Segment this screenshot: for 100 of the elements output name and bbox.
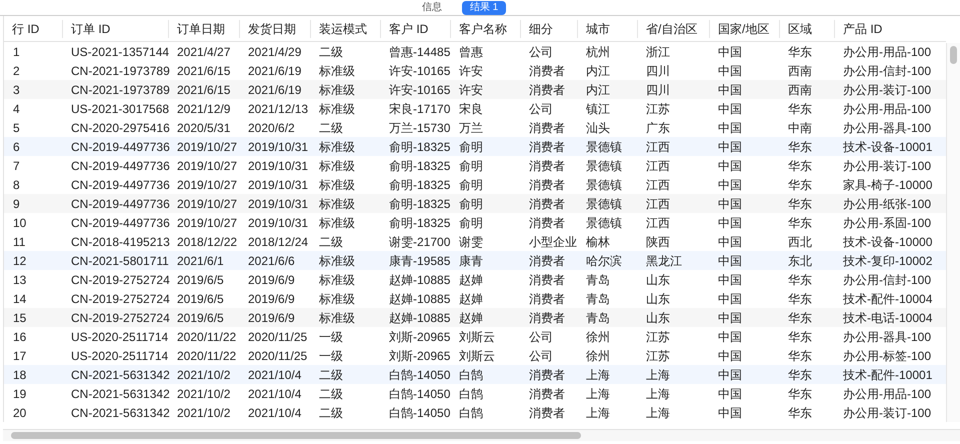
table-cell: 15 — [13, 310, 26, 324]
table-cell: 景德镇 — [586, 216, 622, 230]
table-cell: 四川 — [646, 64, 670, 78]
table-cell: 上海 — [646, 406, 670, 420]
table-cell: CN-2021-5631342 — [71, 368, 170, 382]
column-header[interactable]: 行 ID — [12, 22, 40, 36]
table-cell: 2021/4/27 — [177, 44, 230, 58]
table-cell: 华东 — [788, 348, 812, 362]
table-cell: 18 — [13, 368, 26, 382]
table-cell: 2021/6/19 — [248, 64, 302, 78]
column-header[interactable]: 发货日期 — [248, 22, 296, 36]
table-cell: 9 — [13, 196, 20, 210]
table-cell: 2 — [13, 64, 20, 78]
table-cell: 办公用-装订-100 — [843, 406, 932, 420]
table-cell: 二级 — [319, 234, 343, 248]
column-header[interactable]: 订单日期 — [177, 22, 225, 36]
table-cell: CN-2019-4497736 — [71, 140, 170, 154]
table-cell: 2019/10/31 — [248, 140, 308, 154]
table-row[interactable]: 15 CN-2019-2752724 2019/6/5 2019/6/9 标准级 赵婵-10885 赵婵 消费者 青岛 山东 中国 华东 技术-电话-10004 — [4, 308, 946, 327]
column-header[interactable]: 城市 — [586, 22, 610, 36]
table-cell: 6 — [13, 140, 20, 154]
table-cell: 办公用-器具-100 — [843, 120, 932, 134]
table-cell: 中国 — [718, 292, 742, 306]
column-header[interactable]: 订单 ID — [71, 22, 110, 36]
table-cell: 办公用-标签-100 — [843, 348, 932, 362]
table-cell: 家具-椅子-10000 — [843, 178, 932, 192]
table-cell: 俞明-18325 — [389, 216, 450, 230]
table-cell: 4 — [13, 102, 20, 116]
table-cell: 3 — [13, 82, 20, 96]
table-row[interactable]: 9 CN-2019-4497736 2019/10/27 2019/10/31 标准级 俞明-18325 俞明 消费者 景德镇 江西 中国 华东 办公用-纸张-100 — [4, 194, 946, 213]
table-cell: 标准级 — [319, 254, 355, 268]
table-cell: 二级 — [319, 120, 343, 134]
table-row[interactable]: 12 CN-2021-5801711 2021/6/1 2021/6/6 标准级 康青-19585 康青 消费者 哈尔滨 黑龙江 中国 东北 技术-复印-10002 — [4, 251, 946, 270]
table-cell: 11 — [13, 234, 26, 248]
table-cell: 赵婵-10885 — [389, 272, 450, 286]
table-cell: 2019/10/31 — [248, 216, 308, 230]
table-cell: 杭州 — [586, 44, 610, 58]
table-cell: 消费者 — [529, 158, 565, 172]
table-cell: 俞明-18325 — [389, 140, 450, 154]
table-cell: 俞明 — [459, 178, 483, 192]
column-header[interactable]: 细分 — [529, 22, 553, 36]
horizontal-scrollbar[interactable] — [11, 432, 581, 439]
table-row[interactable]: 18 CN-2021-5631342 2021/10/2 2021/10/4 二级 白鹄-14050 白鹄 消费者 上海 上海 中国 华东 技术-配件-10001 — [4, 365, 946, 384]
column-header[interactable]: 省/自治区 — [646, 22, 698, 36]
table-cell: 消费者 — [529, 310, 565, 324]
table-cell: 徐州 — [586, 348, 610, 362]
table-cell: CN-2021-5631342 — [71, 386, 170, 400]
table-cell: 2019/10/27 — [177, 196, 238, 210]
table-cell: CN-2020-2975416 — [71, 120, 170, 134]
table-cell: 赵婵 — [459, 272, 483, 286]
column-header[interactable]: 产品 ID — [843, 22, 882, 36]
table-row[interactable]: 3 CN-2021-1973789 2021/6/15 2021/6/19 标准级 许安-10165 许安 消费者 内江 四川 中国 西南 办公用-装订-100 — [4, 80, 946, 99]
table-cell: 上海 — [646, 386, 670, 400]
table-cell: 景德镇 — [586, 178, 622, 192]
column-header[interactable]: 客户 ID — [389, 22, 428, 36]
table-cell: 俞明 — [459, 158, 483, 172]
table-cell: 曾惠 — [459, 44, 483, 58]
table-cell: 许安-10165 — [389, 82, 450, 96]
table-cell: 2021/6/6 — [248, 254, 295, 268]
table-cell: 中国 — [718, 310, 742, 324]
table-cell: 16 — [13, 330, 26, 344]
table-cell: 江苏 — [646, 330, 670, 344]
column-header[interactable]: 装运模式 — [319, 22, 367, 36]
table-cell: 2021/10/2 — [177, 406, 230, 420]
table-cell: 12 — [13, 254, 26, 268]
table-cell: 中国 — [718, 386, 742, 400]
table-cell: 2021/10/2 — [177, 368, 230, 382]
table-cell: 刘斯云 — [459, 348, 495, 362]
table-cell: 办公用-用品-100 — [843, 102, 932, 116]
table-cell: 办公用-装订-100 — [843, 82, 932, 96]
table-cell: 康青 — [459, 254, 483, 268]
table-cell: 江西 — [646, 178, 670, 192]
table-cell: 华东 — [788, 216, 812, 230]
table-cell: 办公用-装订-100 — [843, 158, 932, 172]
table-cell: 中国 — [718, 178, 742, 192]
table-cell: 办公用-用品-100 — [843, 386, 932, 400]
tab[interactable]: 信息 — [414, 1, 450, 15]
table-cell: 华东 — [788, 386, 812, 400]
table-cell: 2021/12/9 — [177, 102, 230, 116]
table-cell: 2020/11/22 — [177, 330, 236, 344]
table-cell: 标准级 — [319, 292, 355, 306]
tab[interactable]: 结果 1 — [462, 1, 506, 15]
table-cell: US-2020-2511714 — [71, 348, 168, 362]
table-cell: 消费者 — [529, 386, 565, 400]
column-header[interactable]: 区域 — [788, 22, 812, 36]
table-cell: 宋良-17170 — [389, 102, 450, 116]
table-cell: 技术-复印-10002 — [843, 254, 932, 268]
table-cell: 2018/12/24 — [248, 234, 308, 248]
table-cell: 江西 — [646, 216, 670, 230]
column-header[interactable]: 国家/地区 — [718, 22, 770, 36]
table-cell: 中国 — [718, 368, 742, 382]
table-cell: 2021/10/4 — [248, 368, 302, 382]
table-cell: 技术-配件-10001 — [843, 368, 932, 382]
table-cell: 7 — [13, 158, 20, 172]
table-cell: 康青-19585 — [389, 254, 450, 268]
vertical-scrollbar[interactable] — [946, 43, 960, 422]
table-row[interactable]: 6 CN-2019-4497736 2019/10/27 2019/10/31 标准级 俞明-18325 俞明 消费者 景德镇 江西 中国 华东 技术-设备-10001 — [4, 137, 946, 156]
column-header[interactable]: 客户名称 — [459, 22, 507, 36]
table-cell: 华东 — [788, 406, 812, 420]
table-cell: 中国 — [718, 82, 742, 96]
